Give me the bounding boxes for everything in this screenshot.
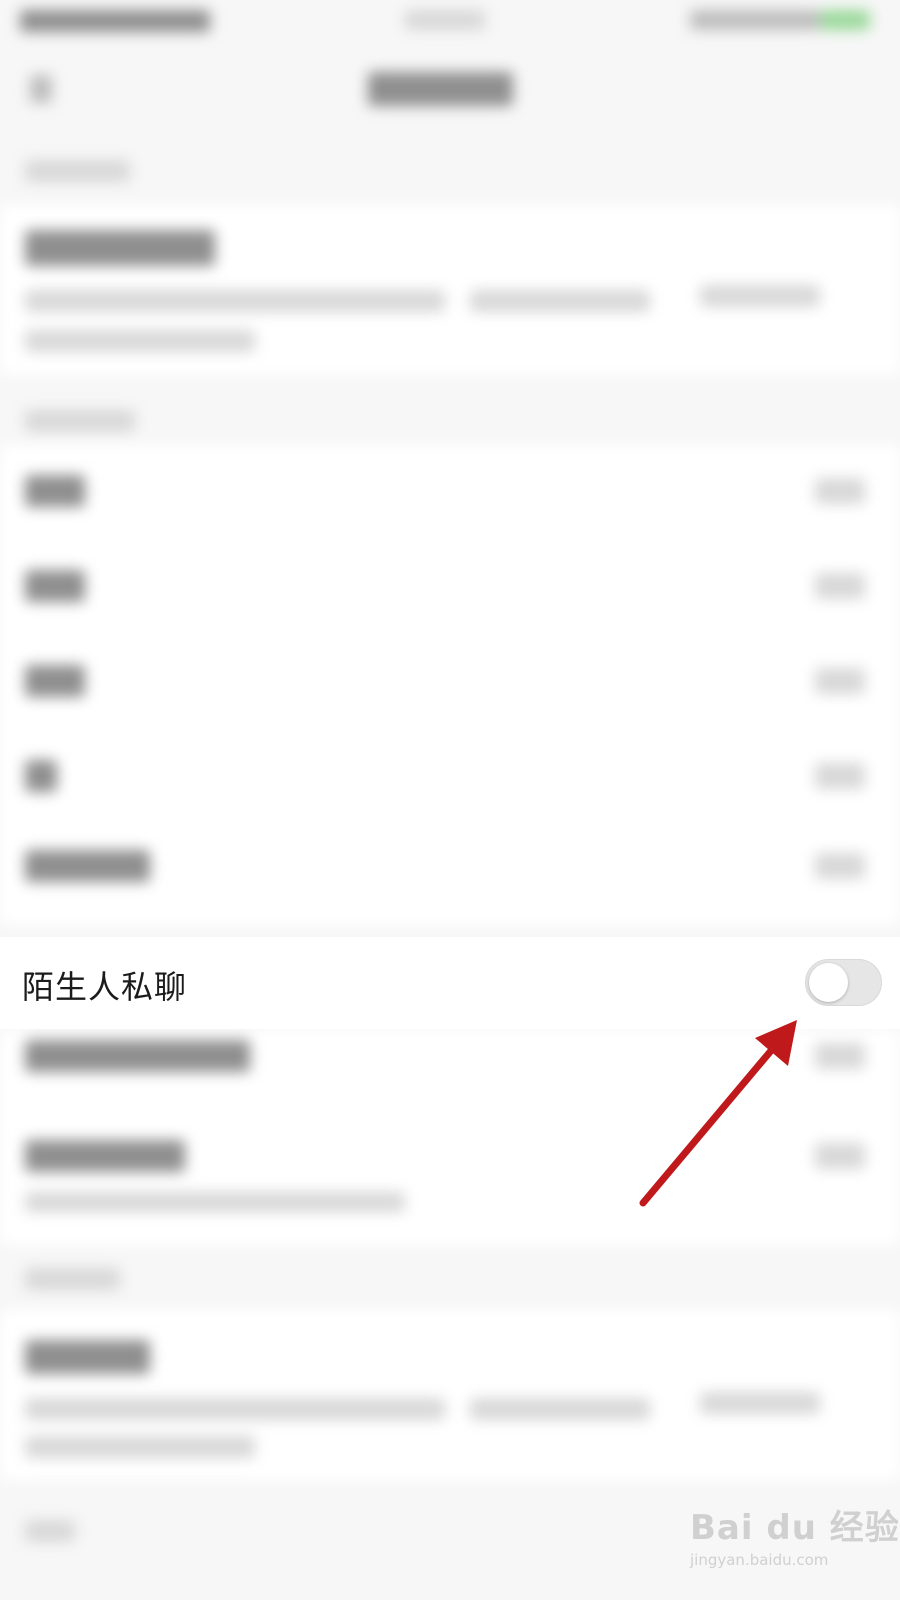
- watermark-url: jingyan.baidu.com: [690, 1551, 829, 1569]
- watermark-logo: Bai du 经验: [690, 1508, 900, 1548]
- baidu-jingyan-watermark: Bai du 经验 jingyan.baidu.com: [690, 1500, 900, 1569]
- stranger-private-chat-toggle[interactable]: [805, 959, 882, 1006]
- blurred-background: [0, 0, 900, 1600]
- toggle-knob: [809, 963, 848, 1002]
- stranger-private-chat-label: 陌生人私聊: [22, 968, 188, 1006]
